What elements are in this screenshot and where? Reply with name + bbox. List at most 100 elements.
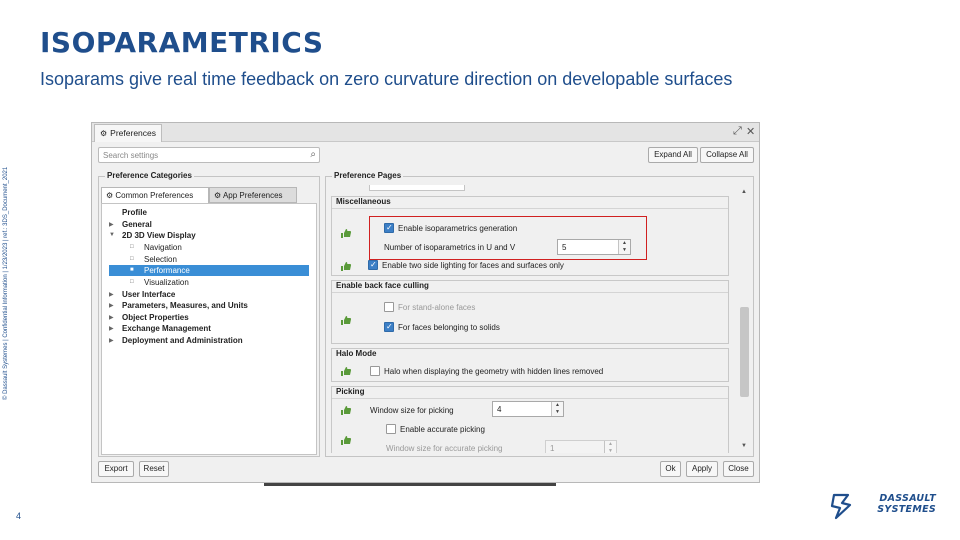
thumbs-up-icon — [341, 262, 352, 271]
faces-solids-label: For faces belonging to solids — [398, 323, 500, 332]
tree-item-exchange-management[interactable]: Exchange Management — [122, 323, 211, 334]
accurate-picking-label: Enable accurate picking — [400, 425, 485, 434]
halo-label: Halo when displaying the geometry with h… — [384, 367, 604, 376]
slide-title: ISOPARAMETRICS — [40, 26, 324, 59]
slide-subtitle: Isoparams give real time feedback on zer… — [40, 69, 733, 89]
arrow-down-icon[interactable]: ▼ — [608, 448, 613, 453]
faces-solids-checkbox[interactable] — [384, 322, 394, 332]
scroll-down-icon[interactable]: ▼ — [741, 443, 747, 449]
close-icon[interactable]: ✕ — [746, 125, 755, 138]
logo-wordmark: DASSAULT SYSTEMES — [856, 493, 936, 515]
tree-item-navigation[interactable]: Navigation — [144, 242, 182, 253]
expand-all-button[interactable]: Expand All — [648, 147, 698, 163]
expand-arrow-icon[interactable]: ▶ — [109, 325, 114, 332]
two-side-lighting-label: Enable two side lighting for faces and s… — [382, 261, 564, 270]
expand-arrow-icon[interactable]: ▶ — [109, 291, 114, 298]
tree-item-profile[interactable]: Profile — [122, 207, 147, 218]
dialog-titlebar: ⚙ Preferences ⤢ ✕ — [92, 123, 759, 142]
tab-common-preferences-label: Common Preferences — [115, 191, 194, 200]
thumbs-up-icon — [341, 367, 352, 376]
picking-window-value: 4 — [497, 405, 502, 414]
accurate-window-label: Window size for accurate picking — [386, 444, 503, 453]
confidential-note: © Dassault Systemes | Confidential Infor… — [3, 166, 9, 400]
ok-button[interactable]: Ok — [660, 461, 681, 477]
preferences-tab[interactable]: ⚙ Preferences — [94, 124, 162, 142]
3ds-logo-icon — [830, 493, 852, 520]
gear-icon: ⚙ — [100, 129, 108, 138]
apply-button[interactable]: Apply — [686, 461, 718, 477]
expand-arrow-icon[interactable]: ▶ — [109, 221, 114, 228]
search-input[interactable] — [99, 148, 299, 162]
group-picking-title: Picking — [336, 387, 365, 396]
background-window-edge — [264, 483, 556, 486]
picking-window-stepper[interactable]: 4 ▲ ▼ — [492, 401, 564, 417]
group-halo-title: Halo Mode — [336, 349, 377, 358]
bullet-icon: ■ — [130, 267, 134, 273]
export-button[interactable]: Export — [98, 461, 134, 477]
tree-item-performance-label: Performance — [144, 266, 190, 275]
pages-scrollbar[interactable]: ▲ ▼ — [739, 187, 750, 451]
halo-checkbox[interactable] — [370, 366, 380, 376]
thumbs-up-icon — [341, 406, 352, 415]
page-number: 4 — [16, 511, 22, 521]
stepper-arrows[interactable]: ▲ ▼ — [604, 441, 616, 453]
collapse-arrow-icon[interactable]: ▼ — [109, 232, 115, 238]
search-icon[interactable]: ⌕ — [310, 149, 316, 160]
tree-item-visualization[interactable]: Visualization — [144, 277, 189, 288]
group-picking: Picking Window size for picking 4 ▲ ▼ Ena… — [331, 386, 729, 453]
group-separator — [332, 398, 728, 399]
arrow-down-icon[interactable]: ▼ — [555, 409, 560, 415]
group-back-face-culling: Enable back face culling For stand-alone… — [331, 280, 729, 344]
collapse-all-button[interactable]: Collapse All — [700, 147, 754, 163]
accurate-window-stepper[interactable]: 1 ▲ ▼ — [545, 440, 617, 453]
thumbs-up-icon — [341, 436, 352, 445]
picking-window-label: Window size for picking — [370, 406, 454, 415]
expand-arrow-icon[interactable]: ▶ — [109, 314, 114, 321]
stepper-arrows[interactable]: ▲ ▼ — [551, 402, 563, 416]
group-halo-mode: Halo Mode Halo when displaying the geome… — [331, 348, 729, 382]
preferences-dialog: ⚙Preferences ⤢ ✕ ⌕ Expand All Collapse A… — [91, 122, 760, 483]
expand-arrow-icon[interactable]: ▶ — [109, 337, 114, 344]
group-separator — [332, 292, 728, 293]
tab-app-preferences[interactable]: ⚙ App Preferences — [209, 187, 297, 203]
logo-text-line2: SYSTEMES — [877, 504, 936, 515]
gear-icon: ⚙ — [106, 191, 114, 200]
preference-pages-frame: Preference Pages Miscellaneous Enable is… — [325, 171, 754, 457]
tree-item-general[interactable]: General — [122, 219, 152, 230]
tree-item-deployment-administration[interactable]: Deployment and Administration — [122, 335, 243, 346]
scrolled-field-remnant — [369, 185, 465, 191]
preference-categories-frame: Preference Categories ⚙ Common Preferenc… — [98, 171, 320, 457]
standalone-faces-label: For stand-alone faces — [398, 303, 476, 312]
tree-item-user-interface[interactable]: User Interface — [122, 289, 175, 300]
dassault-systemes-logo: DASSAULT SYSTEMES — [828, 490, 938, 522]
tab-common-preferences[interactable]: ⚙ Common Preferences — [101, 187, 209, 203]
two-side-lighting-checkbox[interactable] — [368, 260, 378, 270]
preference-categories-label: Preference Categories — [105, 171, 194, 180]
arrow-up-icon[interactable]: ▲ — [608, 441, 613, 447]
close-button[interactable]: Close — [723, 461, 754, 477]
preference-pages-label: Preference Pages — [332, 171, 404, 180]
tree-item-performance[interactable]: ■ Performance — [109, 265, 309, 276]
maximize-icon[interactable]: ⤢ — [733, 125, 742, 138]
highlight-box — [369, 216, 647, 260]
standalone-faces-checkbox[interactable] — [384, 302, 394, 312]
tree-item-2d-3d-view-display[interactable]: 2D 3D View Display — [122, 230, 196, 241]
group-back-face-title: Enable back face culling — [336, 281, 429, 290]
expand-arrow-icon[interactable]: ▶ — [109, 302, 114, 309]
gear-icon: ⚙ — [214, 191, 222, 200]
accurate-window-value: 1 — [550, 444, 555, 453]
thumbs-up-icon — [341, 316, 352, 325]
tree-item-object-properties[interactable]: Object Properties — [122, 312, 189, 323]
category-tree: Profile ▶ General ▼ 2D 3D View Display □… — [101, 203, 317, 455]
preferences-tab-label: Preferences — [110, 128, 157, 138]
arrow-up-icon[interactable]: ▲ — [555, 402, 560, 408]
scroll-thumb[interactable] — [740, 307, 749, 397]
reset-button[interactable]: Reset — [139, 461, 169, 477]
tree-item-selection[interactable]: Selection — [144, 254, 177, 265]
accurate-picking-checkbox[interactable] — [386, 424, 396, 434]
logo-text-line1: DASSAULT — [879, 493, 936, 504]
group-miscellaneous: Miscellaneous Enable isoparametrics gene… — [331, 196, 729, 276]
scroll-up-icon[interactable]: ▲ — [741, 189, 747, 195]
tab-app-preferences-label: App Preferences — [222, 191, 283, 200]
tree-item-parameters-measures-units[interactable]: Parameters, Measures, and Units — [122, 300, 248, 311]
